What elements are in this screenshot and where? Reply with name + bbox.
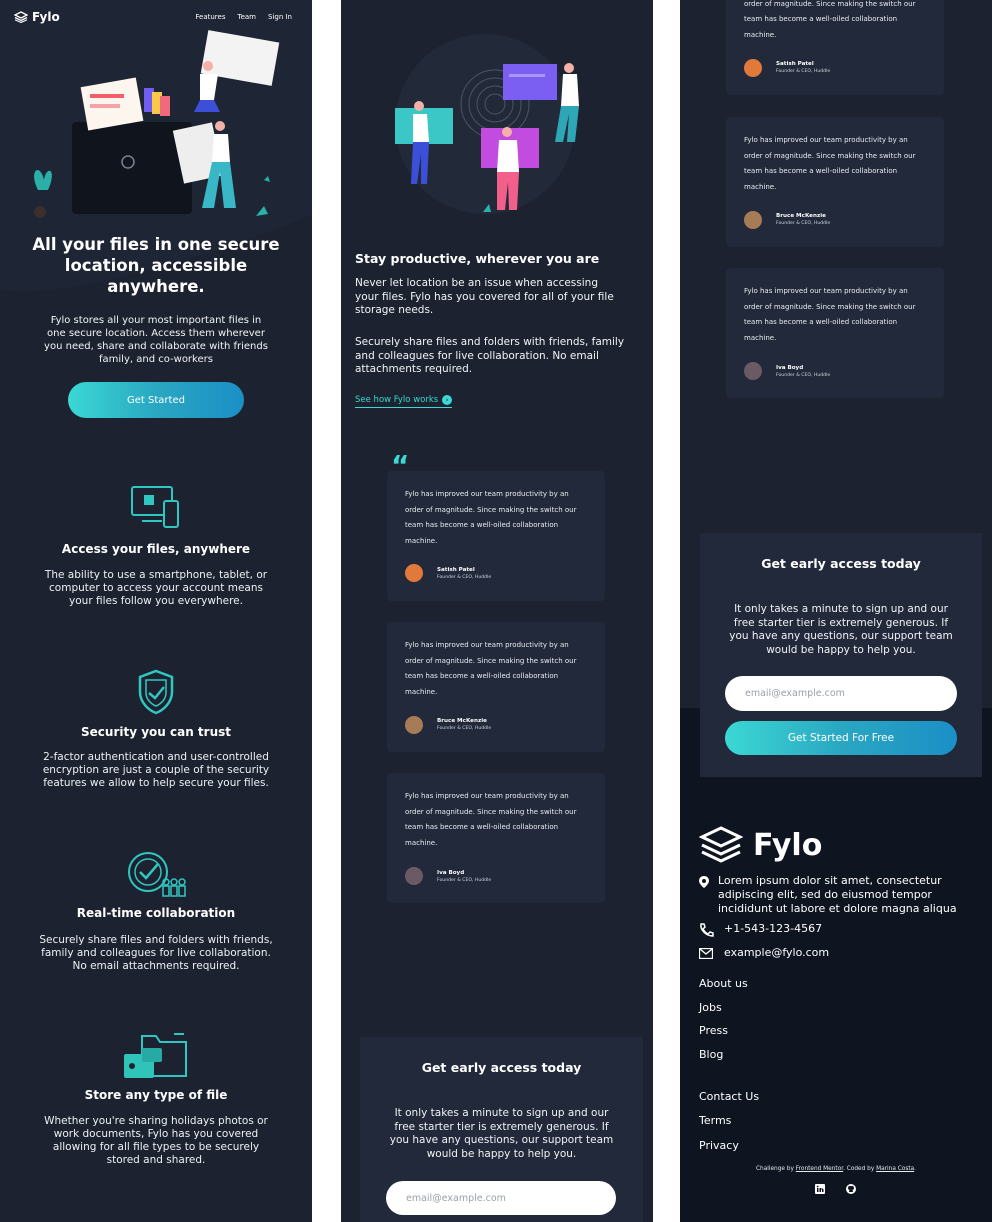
feature-text-collaboration: Securely share files and folders with fr…: [39, 934, 273, 972]
get-started-free-button[interactable]: Get Started For Free: [725, 721, 957, 755]
early-access-title: Get early access today: [421, 1060, 582, 1075]
testimonial-role: Founder & CEO, Huddle: [437, 878, 492, 883]
location-icon: [699, 876, 709, 888]
main-nav: Features Team Sign In: [195, 13, 292, 21]
mobile-panel-middle: Stay productive, wherever you are Never …: [341, 0, 653, 1222]
hero-title: All your files in one secure location, a…: [32, 235, 280, 296]
hero-description: Fylo stores all your most important file…: [44, 315, 268, 365]
testimonial-name: Iva Boyd: [776, 365, 804, 371]
feature-title-security: Security you can trust: [81, 725, 231, 739]
footer-link-terms[interactable]: Terms: [699, 1114, 731, 1127]
linkedin-icon[interactable]: [815, 1184, 825, 1194]
footer-link-blog[interactable]: Blog: [699, 1048, 723, 1061]
get-started-button[interactable]: Get Started: [68, 382, 244, 418]
arrow-right-icon: ›: [442, 395, 453, 405]
productive-paragraph-2: Securely share files and folders with fr…: [355, 336, 625, 375]
mail-icon: [699, 948, 713, 959]
shield-icon: [138, 669, 174, 715]
early-access-title: Get early access today: [761, 556, 921, 571]
testimonial-card: Fylo has improved our team productivity …: [387, 773, 605, 903]
email-field[interactable]: email@example.com: [725, 676, 957, 711]
footer-email[interactable]: example@fylo.com: [724, 946, 829, 959]
testimonial-name: Bruce McKenzie: [776, 213, 826, 219]
email-field[interactable]: email@example.com: [386, 1181, 616, 1215]
testimonial-role: Founder & CEO, Huddle: [776, 221, 831, 226]
phone-icon: [700, 923, 714, 937]
folder-icon: [124, 1033, 187, 1078]
testimonial-name: Satish Patel: [437, 567, 475, 573]
mobile-panel-bottom: Fylo has improved our team productivity …: [680, 0, 992, 1222]
avatar: [405, 716, 423, 734]
testimonial-card: Fylo has improved our team productivity …: [387, 622, 605, 752]
collaboration-icon: [128, 852, 186, 897]
feature-title-access: Access your files, anywhere: [61, 542, 251, 556]
testimonial-card: Fylo has improved our team productivity …: [387, 471, 605, 601]
testimonial-quote: Fylo has improved our team productivity …: [744, 0, 916, 39]
feature-text-security: 2-factor authentication and user-control…: [42, 751, 270, 789]
nav-features[interactable]: Features: [195, 13, 225, 21]
footer-logo[interactable]: Fylo: [699, 826, 822, 864]
logo-stack-icon: [14, 11, 28, 23]
footer-link-privacy[interactable]: Privacy: [699, 1139, 739, 1152]
avatar: [744, 211, 762, 229]
logo-text: Fylo: [32, 10, 60, 24]
testimonial-card: Fylo has improved our team productivity …: [726, 117, 944, 247]
testimonial-quote: Fylo has improved our team productivity …: [744, 287, 916, 342]
testimonial-quote: Fylo has improved our team productivity …: [744, 136, 916, 191]
feature-title-collaboration: Real-time collaboration: [76, 906, 236, 920]
footer-logo-text: Fylo: [753, 827, 823, 863]
mobile-panel-top: Fylo Features Team Sign In All your file…: [0, 0, 312, 1222]
avatar: [405, 867, 423, 885]
frontend-mentor-link[interactable]: Frontend Mentor: [796, 1166, 843, 1172]
avatar: [744, 59, 762, 77]
early-access-card: Get early access today It only takes a m…: [700, 533, 982, 777]
testimonial-card: Fylo has improved our team productivity …: [726, 268, 944, 398]
header-logo[interactable]: Fylo: [14, 10, 60, 24]
nav-team[interactable]: Team: [237, 13, 256, 21]
github-icon[interactable]: [846, 1184, 856, 1194]
avatar: [405, 564, 423, 582]
testimonial-name: Satish Patel: [776, 61, 814, 67]
productive-paragraph-1: Never let location be an issue when acce…: [355, 277, 614, 316]
productive-title: Stay productive, wherever you are: [355, 251, 600, 266]
testimonial-role: Founder & CEO, Huddle: [437, 726, 492, 731]
testimonial-role: Founder & CEO, Huddle: [776, 373, 831, 378]
productive-illustration: [395, 34, 579, 214]
testimonial-role: Founder & CEO, Huddle: [437, 575, 492, 580]
early-access-text: It only takes a minute to sign up and ou…: [729, 603, 953, 656]
feature-text-access: The ability to use a smartphone, tablet,…: [44, 569, 268, 607]
early-access-text: It only takes a minute to sign up and ou…: [389, 1107, 614, 1160]
footer-link-press[interactable]: Press: [699, 1024, 728, 1037]
footer-phone[interactable]: +1-543-123-4567: [724, 922, 822, 935]
testimonial-quote: Fylo has improved our team productivity …: [405, 792, 577, 847]
avatar: [744, 362, 762, 380]
footer-link-contact[interactable]: Contact Us: [699, 1090, 759, 1103]
see-how-link[interactable]: See how Fylo works ›: [355, 395, 453, 408]
feature-text-store: Whether you're sharing holidays photos o…: [44, 1115, 268, 1166]
testimonial-name: Bruce McKenzie: [437, 718, 487, 724]
attribution: Challenge by Frontend Mentor. Coded by M…: [755, 1166, 917, 1172]
logo-stack-icon: [699, 826, 743, 863]
feature-title-store: Store any type of file: [84, 1088, 228, 1102]
testimonial-role: Founder & CEO, Huddle: [776, 69, 831, 74]
devices-icon: [131, 486, 179, 528]
hero-illustration: [34, 30, 280, 218]
footer-address: Lorem ipsum dolor sit amet, consectetur …: [718, 874, 957, 915]
testimonial-card: Fylo has improved our team productivity …: [726, 0, 944, 95]
early-access-card: Get early access today It only takes a m…: [360, 1037, 643, 1222]
nav-sign-in[interactable]: Sign In: [268, 13, 292, 21]
footer-link-jobs[interactable]: Jobs: [699, 1001, 722, 1014]
testimonial-name: Iva Boyd: [437, 870, 465, 876]
see-how-link-label: See how Fylo works: [355, 395, 439, 405]
author-link[interactable]: Marina Costa: [876, 1166, 914, 1172]
footer-link-about[interactable]: About us: [699, 977, 748, 990]
testimonial-quote: Fylo has improved our team productivity …: [405, 490, 577, 545]
testimonial-quote: Fylo has improved our team productivity …: [405, 641, 577, 696]
